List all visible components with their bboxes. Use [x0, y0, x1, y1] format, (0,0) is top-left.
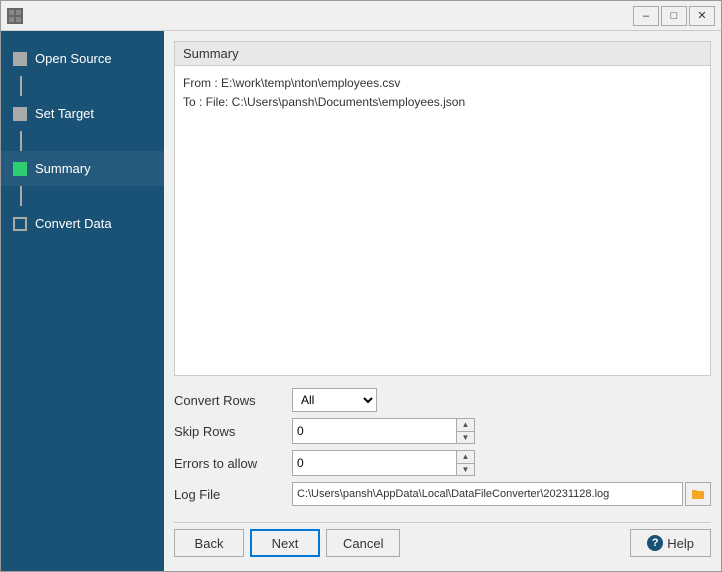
sidebar-item-open-source[interactable]: Open Source	[1, 41, 164, 76]
title-bar-left	[7, 8, 23, 24]
errors-buttons: ▲ ▼	[456, 451, 474, 475]
help-button[interactable]: ? Help	[630, 529, 711, 557]
btn-group-left: Back Next Cancel	[174, 529, 400, 557]
convert-rows-label: Convert Rows	[174, 393, 284, 408]
skip-rows-up[interactable]: ▲	[457, 419, 474, 432]
help-label: Help	[667, 536, 694, 551]
log-file-label: Log File	[174, 487, 284, 502]
app-icon	[7, 8, 23, 24]
skip-rows-input[interactable]	[293, 419, 456, 443]
convert-rows-select[interactable]: All Custom	[292, 388, 377, 412]
errors-up[interactable]: ▲	[457, 451, 474, 464]
step-indicator-open-source	[13, 52, 27, 66]
step-connector-2	[20, 131, 22, 151]
minimize-button[interactable]: –	[633, 6, 659, 26]
sidebar-label-convert-data: Convert Data	[35, 216, 112, 231]
step-indicator-summary	[13, 162, 27, 176]
skip-rows-row: Skip Rows ▲ ▼	[174, 418, 711, 444]
folder-icon	[691, 487, 705, 501]
errors-spinner: ▲ ▼	[292, 450, 475, 476]
title-bar: – □ ✕	[1, 1, 721, 31]
step-connector-3	[20, 186, 22, 206]
sidebar: Open Source Set Target Summary Convert D…	[1, 31, 164, 571]
back-button[interactable]: Back	[174, 529, 244, 557]
summary-content: From : E:\work\temp\nton\employees.csv T…	[175, 66, 710, 375]
log-file-row: Log File	[174, 482, 711, 506]
step-indicator-convert-data	[13, 217, 27, 231]
sidebar-label-summary: Summary	[35, 161, 91, 176]
errors-down[interactable]: ▼	[457, 464, 474, 476]
close-button[interactable]: ✕	[689, 6, 715, 26]
content-area: Open Source Set Target Summary Convert D…	[1, 31, 721, 571]
main-window: – □ ✕ Open Source Set Target Summary	[0, 0, 722, 572]
maximize-button[interactable]: □	[661, 6, 687, 26]
step-indicator-set-target	[13, 107, 27, 121]
summary-title: Summary	[175, 42, 710, 66]
form-area: Convert Rows All Custom Skip Rows ▲ ▼	[174, 384, 711, 510]
skip-rows-buttons: ▲ ▼	[456, 419, 474, 443]
summary-from: From : E:\work\temp\nton\employees.csv	[183, 74, 702, 93]
skip-rows-down[interactable]: ▼	[457, 432, 474, 444]
sidebar-item-convert-data[interactable]: Convert Data	[1, 206, 164, 241]
log-file-wrapper	[292, 482, 711, 506]
next-button[interactable]: Next	[250, 529, 320, 557]
errors-input[interactable]	[293, 451, 456, 475]
convert-rows-row: Convert Rows All Custom	[174, 388, 711, 412]
log-file-browse-button[interactable]	[685, 482, 711, 506]
sidebar-label-open-source: Open Source	[35, 51, 112, 66]
step-connector-1	[20, 76, 22, 96]
main-panel: Summary From : E:\work\temp\nton\employe…	[164, 31, 721, 571]
skip-rows-spinner: ▲ ▼	[292, 418, 475, 444]
sidebar-item-summary[interactable]: Summary	[1, 151, 164, 186]
skip-rows-label: Skip Rows	[174, 424, 284, 439]
button-bar: Back Next Cancel ? Help	[174, 522, 711, 561]
summary-to: To : File: C:\Users\pansh\Documents\empl…	[183, 93, 702, 112]
sidebar-label-set-target: Set Target	[35, 106, 94, 121]
window-controls: – □ ✕	[633, 6, 715, 26]
errors-label: Errors to allow	[174, 456, 284, 471]
sidebar-item-set-target[interactable]: Set Target	[1, 96, 164, 131]
errors-row: Errors to allow ▲ ▼	[174, 450, 711, 476]
help-icon: ?	[647, 535, 663, 551]
summary-panel: Summary From : E:\work\temp\nton\employe…	[174, 41, 711, 376]
log-file-input[interactable]	[292, 482, 683, 506]
cancel-button[interactable]: Cancel	[326, 529, 400, 557]
